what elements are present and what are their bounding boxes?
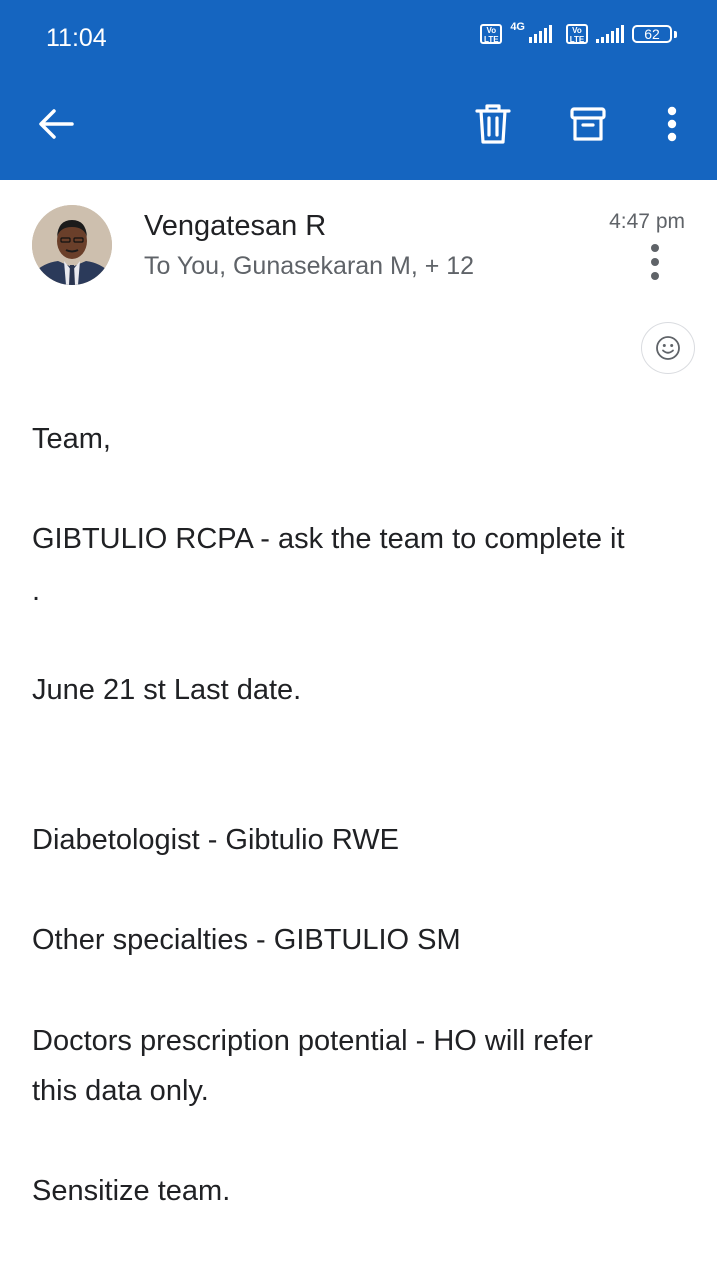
status-icons: Vo LTE 4G Vo LTE 62	[480, 21, 677, 44]
smiley-icon	[656, 336, 680, 360]
body-line-period: .	[32, 575, 41, 607]
more-vert-icon	[667, 106, 677, 142]
dot-icon	[651, 258, 659, 266]
delete-button[interactable]	[467, 98, 519, 150]
sender-name: Vengatesan R	[144, 210, 327, 242]
body-line-specialties: Other specialties - GIBTULIO SM	[32, 924, 461, 956]
signal-icon-2	[596, 25, 624, 43]
more-options-button[interactable]	[646, 98, 698, 150]
email-time: 4:47 pm	[609, 210, 685, 233]
body-line-data-only: this data only.	[32, 1075, 209, 1107]
body-line-sensitize: Sensitize team.	[32, 1175, 231, 1207]
body-greeting: Team,	[32, 423, 111, 455]
recipients-line[interactable]: To You, Gunasekaran M, + 12	[144, 252, 474, 281]
app-bar: 11:04 Vo LTE 4G Vo LTE 62	[0, 0, 717, 180]
network-type-label: 4G	[510, 21, 525, 33]
arrow-left-icon	[39, 109, 74, 139]
dot-icon	[651, 272, 659, 280]
body-line-deadline: June 21 st Last date.	[32, 674, 302, 706]
back-button[interactable]	[30, 98, 82, 150]
sender-photo	[32, 205, 112, 285]
avatar[interactable]	[32, 205, 112, 285]
body-line-rcpa: GIBTULIO RCPA - ask the team to complete…	[32, 523, 625, 555]
body-line-prescription: Doctors prescription potential - HO will…	[32, 1025, 593, 1057]
reaction-button[interactable]	[641, 322, 695, 374]
message-more-button[interactable]	[645, 244, 665, 282]
battery-icon: 62	[632, 25, 672, 43]
archive-icon	[570, 107, 606, 141]
trash-icon	[475, 104, 511, 144]
dot-icon	[651, 244, 659, 252]
body-line-diabetologist: Diabetologist - Gibtulio RWE	[32, 824, 399, 856]
battery-tip	[674, 30, 677, 38]
volte-icon: Vo LTE	[480, 24, 503, 44]
volte-icon-2: Vo LTE	[566, 24, 588, 44]
signal-icon	[529, 25, 552, 43]
status-time: 11:04	[46, 24, 107, 52]
archive-button[interactable]	[562, 98, 614, 150]
battery-level: 62	[644, 26, 660, 42]
